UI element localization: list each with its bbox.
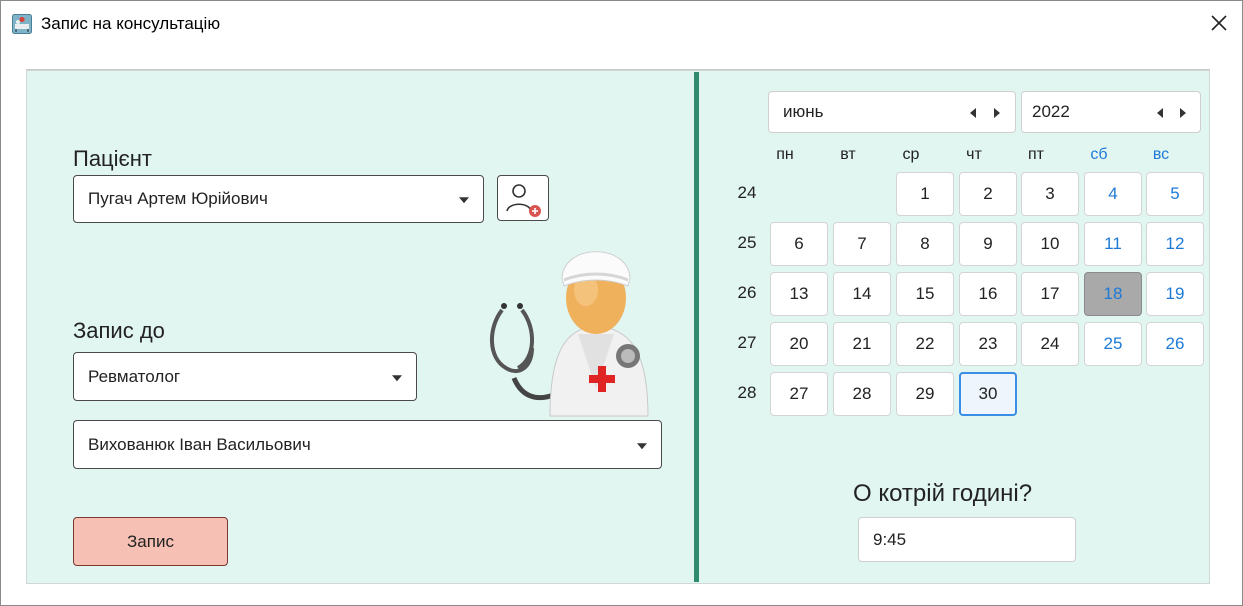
calendar-day[interactable]: 25 [1084, 322, 1142, 366]
calendar-day[interactable]: 29 [896, 372, 954, 416]
patient-value: Пугач Артем Юрійович [88, 189, 268, 208]
calendar-day[interactable]: 21 [833, 322, 891, 366]
calendar-day[interactable]: 19 [1146, 272, 1204, 316]
year-value: 2022 [1032, 102, 1070, 121]
submit-button[interactable]: Запис [73, 517, 228, 566]
calendar-day[interactable]: 5 [1146, 172, 1204, 216]
week-number: 28 [737, 383, 757, 402]
calendar-day[interactable]: 17 [1021, 272, 1079, 316]
specialty-value: Ревматолог [88, 366, 181, 386]
weekday-header: вс [1152, 146, 1170, 163]
next-month-icon[interactable] [994, 108, 1000, 118]
calendar-day[interactable]: 10 [1021, 222, 1079, 266]
time-value: 9:45 [873, 530, 907, 549]
app-icon [12, 14, 32, 34]
week-number: 25 [737, 233, 757, 252]
time-input[interactable]: 9:45 [858, 517, 1076, 562]
add-patient-icon [506, 184, 541, 217]
close-icon[interactable] [1207, 11, 1231, 35]
weekday-header: вт [840, 146, 856, 163]
calendar-day[interactable]: 2 [959, 172, 1017, 216]
calendar-day[interactable]: 6 [770, 222, 828, 266]
month-value: июнь [783, 102, 824, 121]
doctor-value: Вихованюк Іван Васильович [88, 434, 311, 454]
calendar-day[interactable]: 27 [770, 372, 828, 416]
doctor-illustration [489, 251, 649, 417]
calendar-day[interactable]: 30 [959, 372, 1017, 416]
calendar-day[interactable]: 23 [959, 322, 1017, 366]
weekday-header: пн [776, 146, 794, 163]
panel-divider [694, 72, 699, 582]
calendar-day[interactable]: 13 [770, 272, 828, 316]
weekday-header: чт [966, 146, 982, 163]
calendar-day[interactable]: 3 [1021, 172, 1079, 216]
add-patient-button[interactable] [497, 175, 549, 221]
patient-select[interactable]: Пугач Артем Юрійович [73, 175, 484, 223]
window-title: Запис на консультацію [41, 14, 221, 33]
week-number: 27 [737, 333, 757, 352]
calendar-day[interactable]: 8 [896, 222, 954, 266]
calendar-day[interactable]: 15 [896, 272, 954, 316]
weekday-header: ср [902, 146, 920, 163]
calendar-day[interactable]: 28 [833, 372, 891, 416]
chevron-down-icon [459, 197, 469, 204]
calendar-day[interactable]: 16 [959, 272, 1017, 316]
calendar-day[interactable]: 24 [1021, 322, 1079, 366]
calendar-day[interactable]: 1 [896, 172, 954, 216]
calendar-day[interactable]: 22 [896, 322, 954, 366]
next-year-icon[interactable] [1180, 108, 1186, 118]
calendar-day[interactable]: 18 [1084, 272, 1142, 316]
title-bar: Запис на консультацію [1, 1, 1242, 47]
weekday-header: пт [1028, 146, 1044, 163]
calendar-day[interactable]: 11 [1084, 222, 1142, 266]
patient-label: Пацієнт [73, 146, 152, 171]
calendar-day[interactable]: 26 [1146, 322, 1204, 366]
time-label: О котрій годині? [853, 480, 1033, 507]
calendar-day[interactable]: 14 [833, 272, 891, 316]
chevron-down-icon [392, 374, 402, 381]
appointment-label: Запис до [73, 318, 165, 343]
weekday-header: сб [1090, 146, 1108, 163]
week-number: 24 [737, 183, 757, 202]
chevron-down-icon [637, 442, 647, 449]
calendar-day[interactable]: 9 [959, 222, 1017, 266]
calendar-day[interactable]: 4 [1084, 172, 1142, 216]
doctor-select[interactable]: Вихованюк Іван Васильович [73, 420, 662, 469]
month-spinner[interactable]: июнь [768, 91, 1016, 133]
prev-month-icon[interactable] [970, 108, 976, 118]
week-number: 26 [737, 283, 757, 302]
calendar-day[interactable]: 7 [833, 222, 891, 266]
specialty-select[interactable]: Ревматолог [73, 352, 417, 401]
year-spinner[interactable]: 2022 [1021, 91, 1201, 133]
calendar-day[interactable]: 20 [770, 322, 828, 366]
calendar-day[interactable]: 12 [1146, 222, 1204, 266]
prev-year-icon[interactable] [1157, 108, 1163, 118]
